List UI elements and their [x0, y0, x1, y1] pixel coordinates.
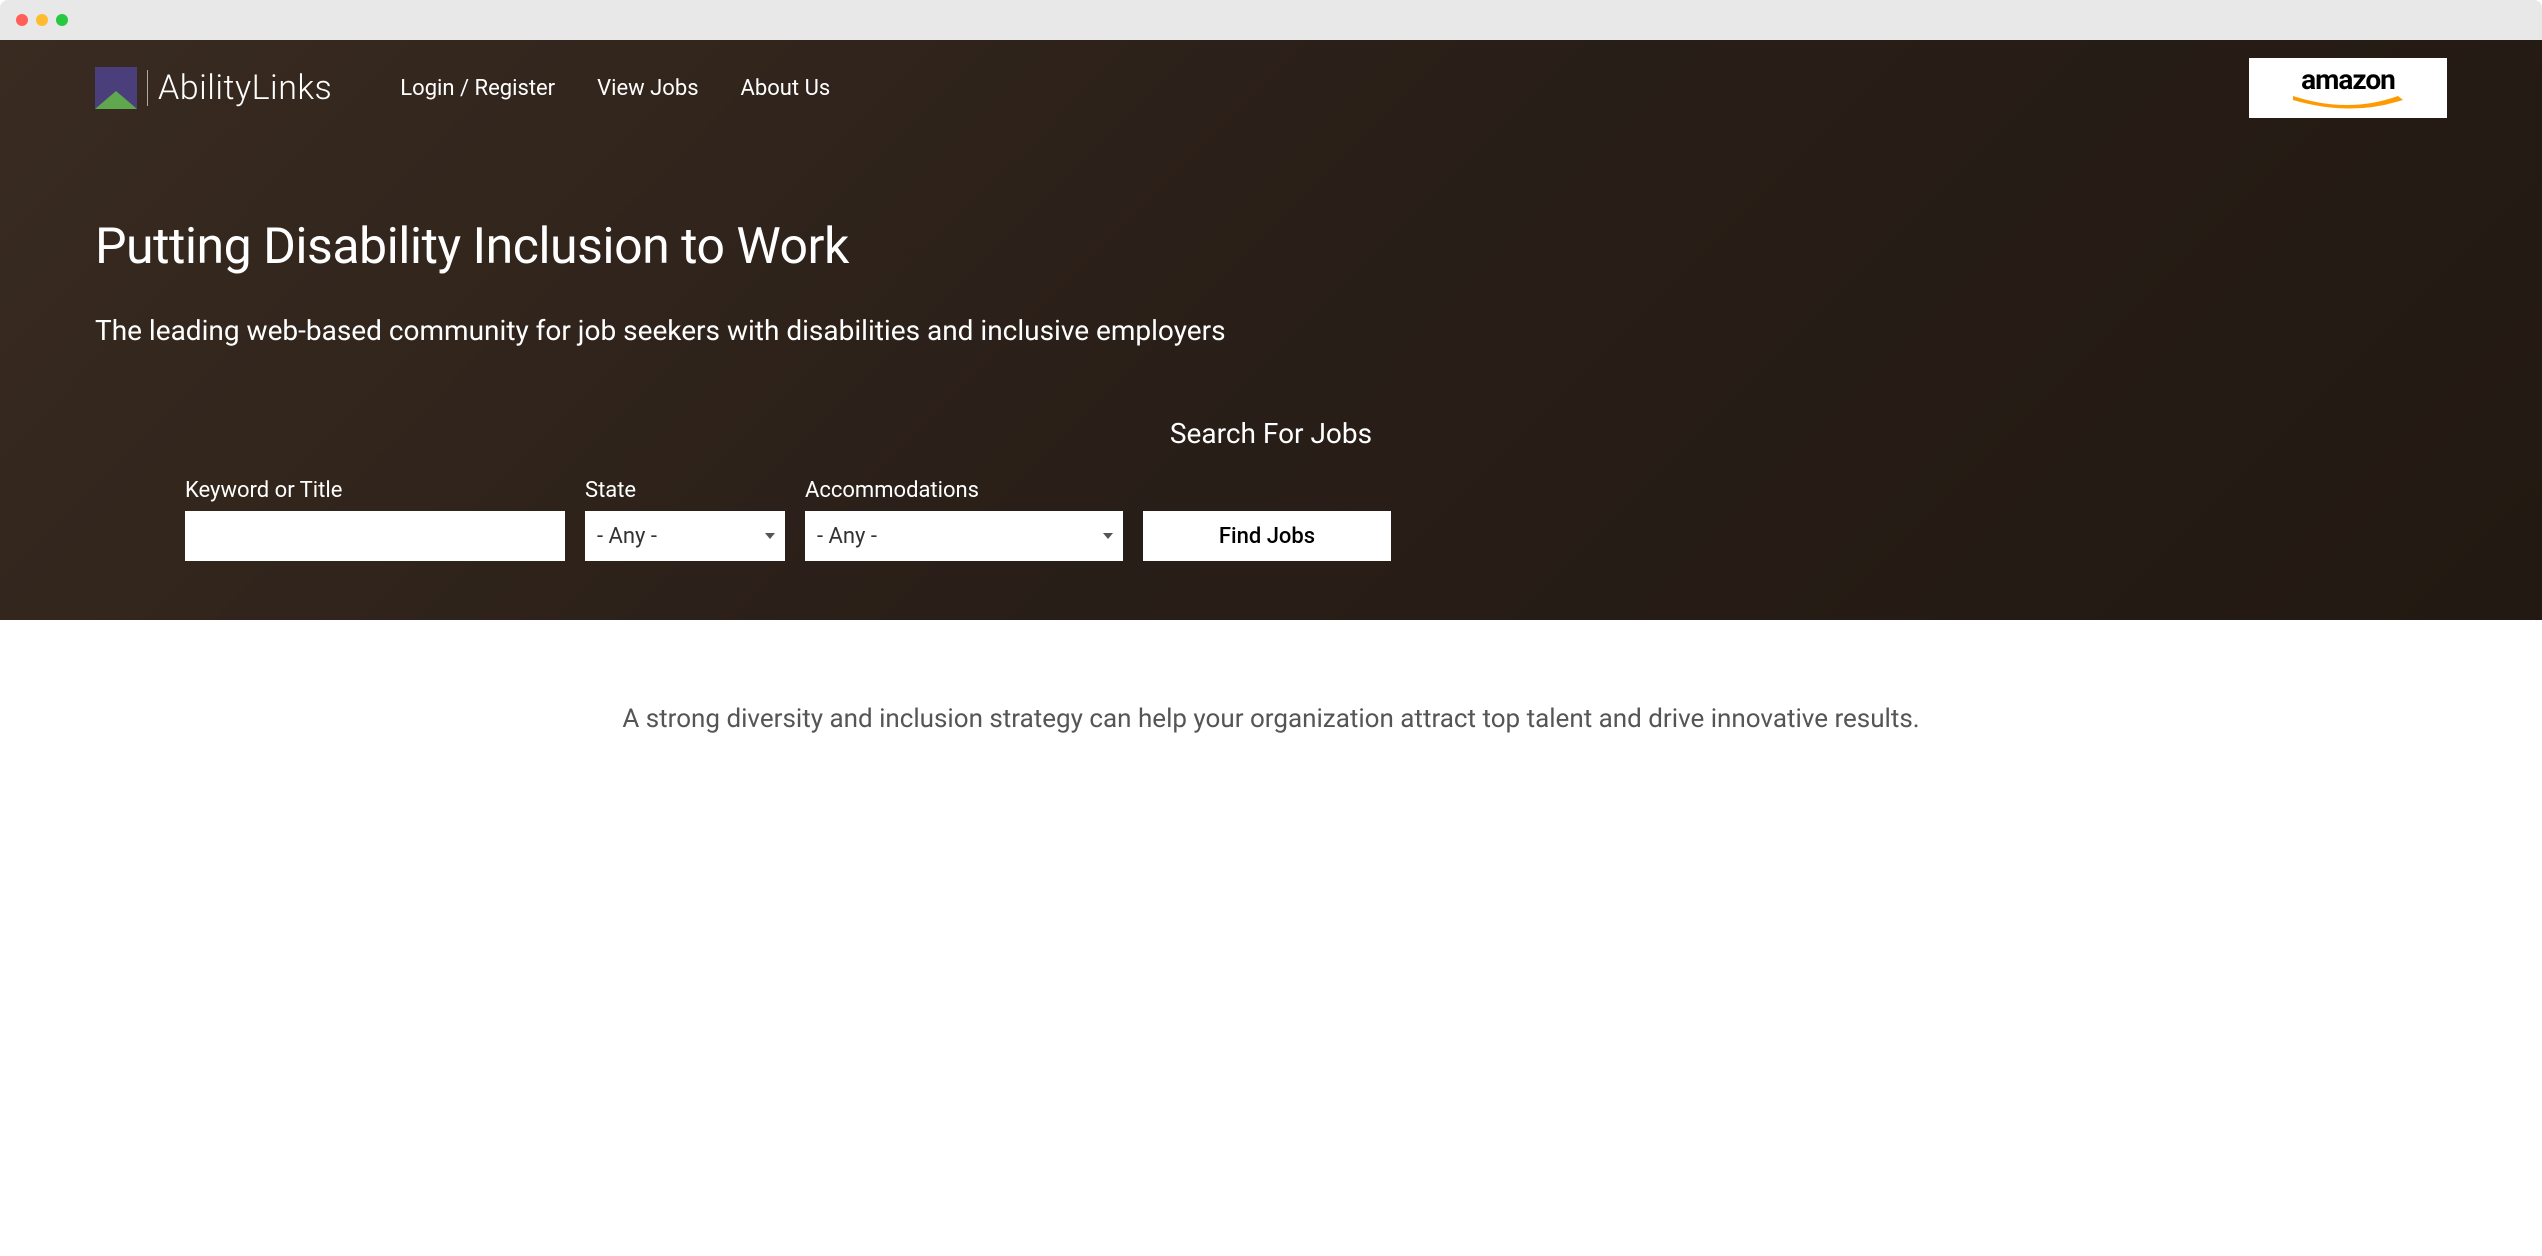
browser-chrome	[0, 0, 2542, 40]
state-label: State	[585, 478, 636, 503]
logo-divider	[147, 70, 148, 106]
state-group: State - Any -	[585, 478, 785, 561]
accommodations-select[interactable]: - Any -	[805, 511, 1123, 561]
window-maximize-button[interactable]	[56, 14, 68, 26]
diversity-statement: A strong diversity and inclusion strateg…	[110, 700, 2432, 739]
hero-section: AbilityLinks Login / Register View Jobs …	[0, 40, 2542, 620]
hero-content: Putting Disability Inclusion to Work The…	[0, 118, 2542, 347]
keyword-input[interactable]	[185, 511, 565, 561]
window-close-button[interactable]	[16, 14, 28, 26]
state-select[interactable]: - Any -	[585, 511, 785, 561]
logo-text: AbilityLinks	[158, 68, 332, 108]
find-jobs-button[interactable]: Find Jobs	[1143, 511, 1391, 561]
keyword-label: Keyword or Title	[185, 478, 342, 503]
nav-login-register[interactable]: Login / Register	[400, 76, 555, 101]
nav-links: Login / Register View Jobs About Us	[400, 76, 830, 101]
hero-title: Putting Disability Inclusion to Work	[95, 218, 2447, 276]
keyword-group: Keyword or Title	[185, 478, 565, 561]
accommodations-group: Accommodations - Any -	[805, 478, 1123, 561]
nav-about-us[interactable]: About Us	[741, 76, 831, 101]
sponsor-name: amazon	[2301, 66, 2395, 94]
below-hero-section: A strong diversity and inclusion strateg…	[0, 620, 2542, 779]
window-minimize-button[interactable]	[36, 14, 48, 26]
site-logo[interactable]: AbilityLinks	[95, 67, 332, 109]
nav-view-jobs[interactable]: View Jobs	[597, 76, 698, 101]
amazon-swoosh-icon	[2288, 94, 2408, 110]
accommodations-label: Accommodations	[805, 478, 979, 503]
logo-icon	[95, 67, 137, 109]
search-heading: Search For Jobs	[95, 417, 2447, 450]
hero-subtitle: The leading web-based community for job …	[95, 314, 2447, 347]
search-form: Keyword or Title State - Any - Accommoda…	[95, 478, 2447, 561]
sponsor-logo[interactable]: amazon	[2249, 58, 2447, 118]
search-section: Search For Jobs Keyword or Title State -…	[0, 417, 2542, 601]
main-nav: AbilityLinks Login / Register View Jobs …	[0, 40, 2542, 118]
